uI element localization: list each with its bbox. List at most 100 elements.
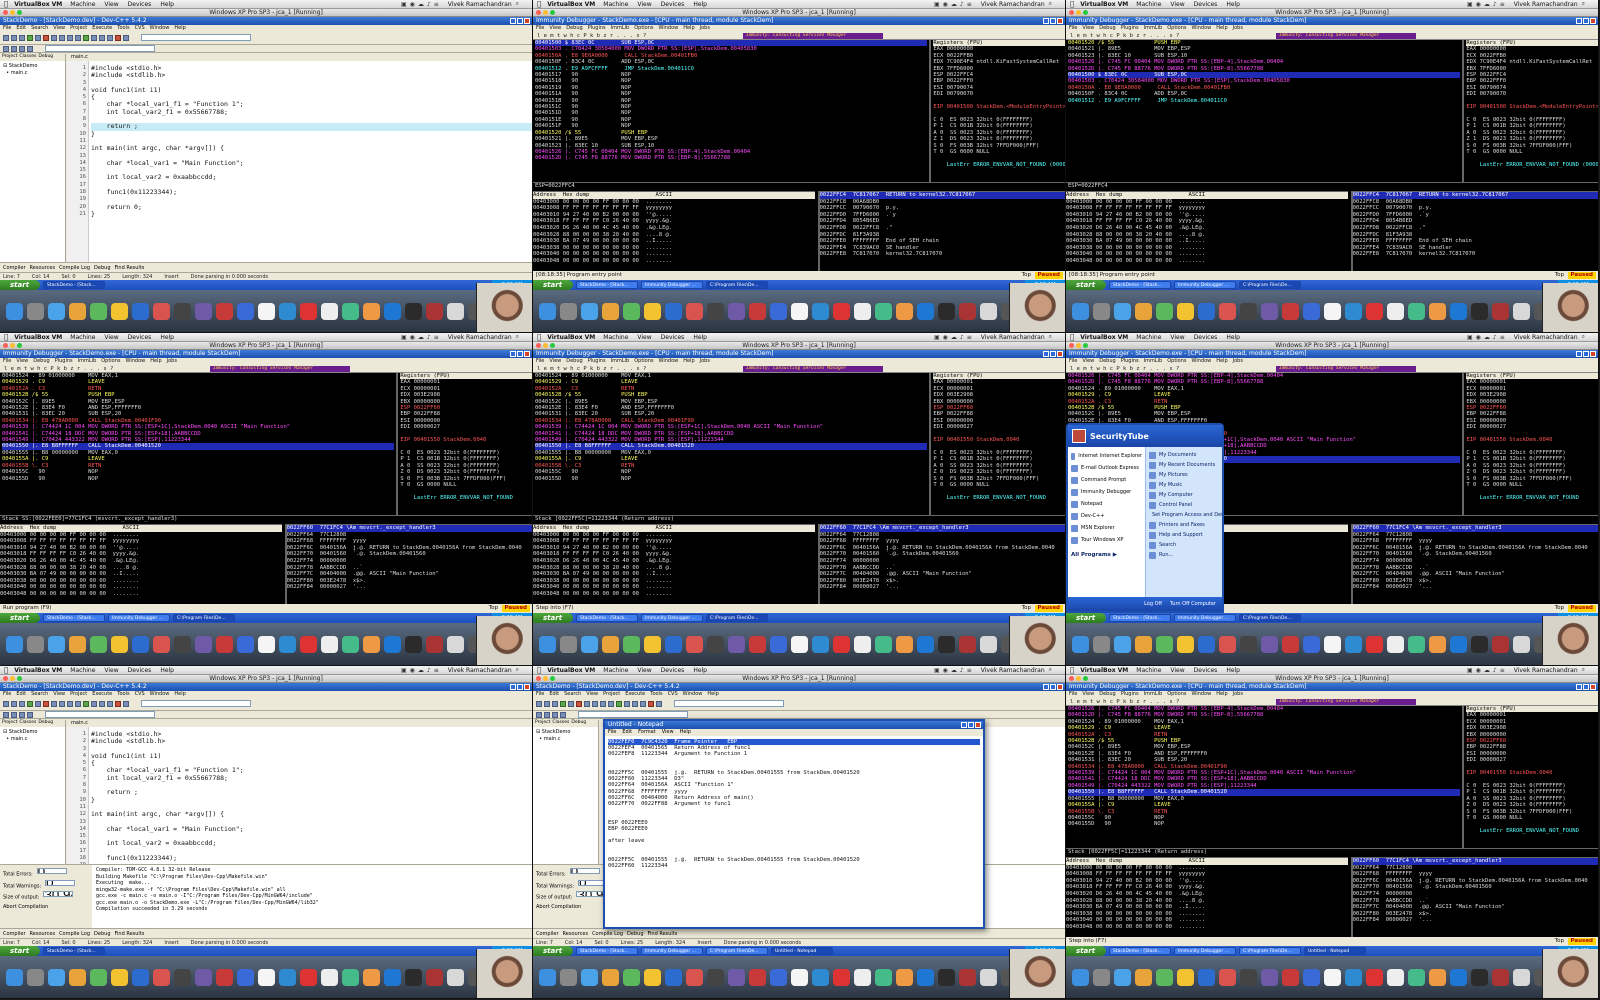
start-button[interactable]: start: [1066, 280, 1106, 290]
zoom-icon[interactable]: [1083, 343, 1088, 348]
dock-app-icon[interactable]: [1429, 969, 1446, 986]
bottom-tab[interactable]: Compiler: [3, 263, 26, 272]
dock-app-icon[interactable]: [812, 636, 829, 653]
menu-item[interactable]: File: [1069, 691, 1077, 697]
search-icon[interactable]: ⌕: [516, 0, 522, 8]
taskbar-button[interactable]: StackDemo - [Stack...: [1109, 281, 1171, 289]
compiler-select[interactable]: [141, 700, 251, 707]
dock-app-icon[interactable]: [1261, 969, 1278, 986]
stack-pane[interactable]: 0022FF60 77C1FC4 \Am msvcrt._except_hand…: [817, 524, 1065, 604]
bottom-tab[interactable]: Find Results: [648, 929, 678, 938]
dock-app-icon[interactable]: [791, 969, 808, 986]
dock-app-icon[interactable]: [749, 969, 766, 986]
close-icon[interactable]: [524, 684, 530, 690]
menu-item[interactable]: Edit: [16, 25, 26, 31]
bottom-tab[interactable]: Debug: [94, 263, 110, 272]
dock-app-icon[interactable]: [665, 303, 682, 320]
bottom-tab[interactable]: Compiler: [536, 929, 559, 938]
dock-app-icon[interactable]: [1324, 303, 1341, 320]
start-program-item[interactable]: Immunity Debugger: [1071, 486, 1142, 498]
menu-item[interactable]: Plugins: [1121, 358, 1139, 364]
start-button[interactable]: start: [533, 613, 573, 623]
stack-pane[interactable]: 0022FFC4 7C817067 RETURN to kernel32.7C8…: [1350, 191, 1598, 271]
dock-app-icon[interactable]: [27, 969, 44, 986]
maximize-icon[interactable]: [1050, 351, 1056, 357]
menu-item[interactable]: Execute: [625, 691, 645, 697]
minimize-icon[interactable]: [543, 343, 548, 348]
status-icons[interactable]: ▣◉☁♪≡: [934, 334, 975, 341]
menu-item[interactable]: File: [1069, 358, 1077, 364]
mac-user-name[interactable]: Vivek Ramachandran: [448, 667, 512, 674]
dock-app-icon[interactable]: [1072, 636, 1089, 653]
dock-app-icon[interactable]: [1303, 636, 1320, 653]
dock-app-icon[interactable]: [728, 636, 745, 653]
mac-menu-item[interactable]: Machine: [1136, 334, 1161, 341]
toolbar-button-icon[interactable]: [11, 711, 17, 718]
toolbar-button-icon[interactable]: [123, 34, 129, 41]
hex-dump-pane[interactable]: Address Hex dump ASCII00403000 00 00 00 …: [1066, 857, 1348, 937]
menu-item[interactable]: Debug: [566, 358, 582, 364]
apple-icon[interactable]: : [537, 333, 541, 341]
menu-item[interactable]: Edit: [622, 729, 632, 735]
disassembly-pane[interactable]: 00401524 . 89 01000000 MOV EAX,1 00401529…: [0, 373, 394, 515]
stack-pane[interactable]: 0022FF60 77C1FC4 \Am msvcrt._except_hand…: [1350, 857, 1598, 937]
dock-app-icon[interactable]: [426, 303, 443, 320]
toolbar-button-icon[interactable]: [91, 34, 97, 41]
sidebar-tab[interactable]: Project: [2, 720, 17, 727]
dock-app-icon[interactable]: [1450, 303, 1467, 320]
mac-menu-item[interactable]: View: [637, 334, 651, 341]
dock-app-icon[interactable]: [1513, 636, 1530, 653]
dock-app-icon[interactable]: [959, 636, 976, 653]
disassembly-pane[interactable]: 00401524 . 89 01000000 MOV EAX,1 00401529…: [533, 373, 927, 515]
dock-app-icon[interactable]: [959, 303, 976, 320]
dock-app-icon[interactable]: [447, 636, 464, 653]
toolbar-button-icon[interactable]: [99, 34, 105, 41]
toolbar-button-icon[interactable]: [115, 34, 121, 41]
dock-app-icon[interactable]: [1303, 303, 1320, 320]
dock-app-icon[interactable]: [1471, 636, 1488, 653]
mac-menu-item[interactable]: Help: [1226, 667, 1240, 674]
toolbar-button-icon[interactable]: [3, 45, 9, 52]
menu-item[interactable]: Window: [126, 358, 146, 364]
bottom-tab[interactable]: Resources: [30, 929, 56, 938]
tree-item[interactable]: ⊟ StackDemo: [3, 63, 62, 70]
toolbar-button-icon[interactable]: [59, 34, 65, 41]
minimize-icon[interactable]: [1043, 684, 1049, 690]
start-program-item[interactable]: E-mail Outlook Express: [1071, 462, 1142, 474]
dock-app-icon[interactable]: [707, 969, 724, 986]
start-place-item[interactable]: My Computer: [1149, 490, 1219, 500]
dock-app-icon[interactable]: [342, 636, 359, 653]
dock-app-icon[interactable]: [833, 969, 850, 986]
notepad-text[interactable]: 0022FEF0 7C9C4320 Frame Pointer EBP 0022F…: [605, 736, 983, 872]
dock-app-icon[interactable]: [1198, 303, 1215, 320]
toolbar-button-icon[interactable]: [115, 700, 121, 707]
toolbar-button-icon[interactable]: [67, 34, 73, 41]
taskbar-button[interactable]: StackDemo - [Stack...: [43, 614, 105, 622]
mac-menu-item[interactable]: Machine: [1136, 667, 1161, 674]
class-select[interactable]: [45, 45, 155, 52]
sidebar-tab[interactable]: Debug: [571, 720, 586, 727]
maximize-icon[interactable]: [1583, 351, 1589, 357]
sidebar-tab[interactable]: Classes: [19, 54, 36, 61]
dock-app-icon[interactable]: [686, 303, 703, 320]
minimize-icon[interactable]: [961, 722, 967, 728]
taskbar-button[interactable]: StackDemo - [Stack...: [1109, 947, 1171, 955]
toolbar-button-icon[interactable]: [648, 700, 654, 707]
dock-app-icon[interactable]: [854, 303, 871, 320]
start-place-item[interactable]: Help and Support: [1149, 530, 1219, 540]
turn-off-button[interactable]: Turn Off Computer: [1170, 601, 1216, 607]
menu-item[interactable]: Debug: [33, 358, 49, 364]
toolbar-button-icon[interactable]: [584, 700, 590, 707]
bottom-tab[interactable]: Compile Log: [59, 929, 90, 938]
minimize-icon[interactable]: [10, 343, 15, 348]
zoom-icon[interactable]: [550, 10, 555, 15]
menu-item[interactable]: View: [1082, 691, 1094, 697]
bottom-tab[interactable]: Resources: [563, 929, 589, 938]
toolbar-button-icon[interactable]: [3, 711, 9, 718]
close-icon[interactable]: [1057, 18, 1063, 24]
taskbar-button[interactable]: Immunity Debugger ...: [1174, 947, 1236, 955]
mac-menu-item[interactable]: Devices: [1194, 334, 1218, 341]
menu-item[interactable]: Execute: [92, 25, 112, 31]
dock-app-icon[interactable]: [279, 303, 296, 320]
dock-app-icon[interactable]: [1408, 969, 1425, 986]
